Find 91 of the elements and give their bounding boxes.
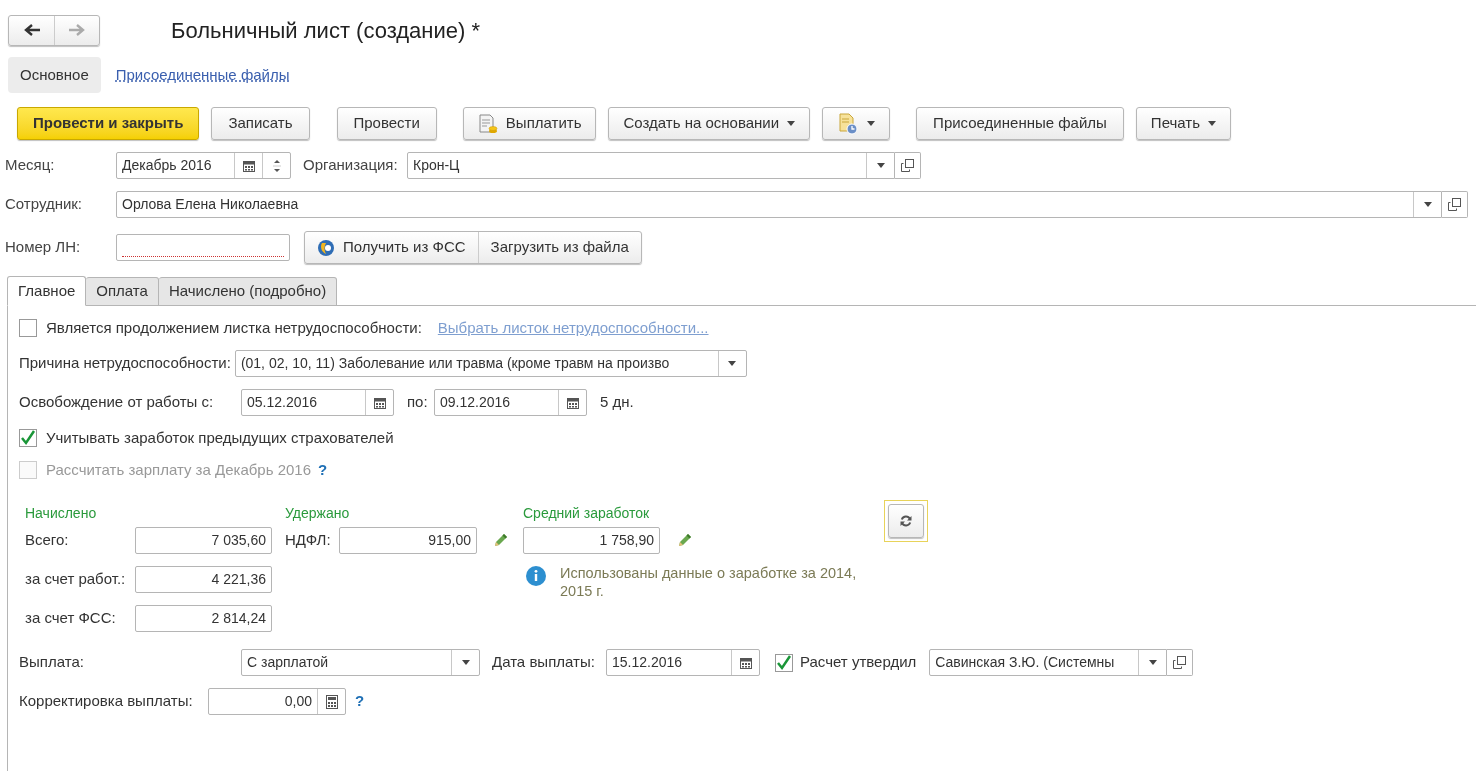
field-label: Корректировка выплаты: bbox=[19, 691, 194, 712]
section-heading: Средний заработок bbox=[523, 504, 651, 523]
caret-icon bbox=[876, 163, 885, 168]
field-label: Месяц: bbox=[5, 155, 56, 176]
toolbar-button[interactable]: Присоединенные файлы bbox=[916, 107, 1124, 140]
field-label: по: bbox=[407, 392, 429, 413]
open-button[interactable] bbox=[1167, 649, 1194, 676]
open-button[interactable] bbox=[1442, 191, 1468, 218]
window-title: Больничный лист (создание) * bbox=[171, 16, 480, 45]
pencil-icon bbox=[676, 532, 692, 549]
reason-field[interactable]: (01, 02, 10, 11) Заболевание или травма (кроме травм на произво bbox=[234, 350, 747, 377]
caret-icon bbox=[728, 361, 737, 366]
toolbar-button[interactable]: Печать bbox=[1135, 107, 1231, 140]
section-heading: Начислено bbox=[25, 504, 98, 523]
back-arrow-icon bbox=[23, 23, 40, 37]
calendar-icon bbox=[373, 396, 386, 409]
check-icon bbox=[776, 654, 792, 671]
check-icon bbox=[20, 430, 36, 447]
checkbox-label: Учитывать заработок предыдущих страхователей bbox=[46, 428, 394, 448]
checkbox[interactable] bbox=[19, 429, 37, 448]
approver-field[interactable]: Савинская З.Ю. (Системны bbox=[929, 649, 1168, 676]
calendar-icon bbox=[566, 396, 579, 409]
refresh-icon bbox=[900, 515, 912, 527]
field-label: Причина нетрудоспособности: bbox=[19, 353, 231, 374]
date-from-field[interactable]: 05.12.2016 bbox=[241, 389, 394, 416]
field-label: Выплата: bbox=[19, 652, 85, 673]
field-label: за счет ФСС: bbox=[25, 608, 117, 629]
sick-note-number-field[interactable] bbox=[116, 234, 290, 261]
amount-field[interactable]: 4 221,36 bbox=[135, 566, 272, 593]
payment-method-field[interactable]: С зарплатой bbox=[241, 649, 480, 676]
payment-date-field[interactable]: 15.12.2016 bbox=[606, 649, 760, 676]
checkbox[interactable] bbox=[775, 653, 793, 672]
checkbox[interactable] bbox=[19, 319, 37, 338]
field-label: Организация: bbox=[303, 155, 399, 176]
month-field[interactable]: Декабрь 2016 bbox=[116, 152, 291, 179]
calculator-icon bbox=[325, 694, 338, 709]
section-tab[interactable]: Присоединенные файлы bbox=[115, 63, 290, 87]
calendar-icon bbox=[242, 159, 255, 172]
toolbar-button[interactable]: Создать на основании bbox=[608, 107, 811, 140]
amount-field[interactable]: 915,00 bbox=[339, 527, 477, 554]
refresh-button[interactable] bbox=[888, 504, 924, 538]
field-label: Дата выплаты: bbox=[492, 652, 596, 673]
field-label: Всего: bbox=[25, 530, 70, 551]
caret-icon bbox=[1148, 660, 1157, 665]
amount-field[interactable]: 2 814,24 bbox=[135, 605, 272, 632]
tab[interactable]: Главное bbox=[7, 276, 87, 306]
info-message: Использованы данные о заработке за 2014, 2015 г. bbox=[560, 564, 858, 600]
amount-field[interactable]: 7 035,60 bbox=[135, 527, 272, 554]
info-icon bbox=[526, 566, 546, 586]
document-coins-icon bbox=[477, 113, 498, 134]
action-button[interactable]: Получить из ФСС bbox=[305, 232, 478, 263]
payment-adjustment-field[interactable]: 0,00 bbox=[208, 688, 346, 715]
checkbox-label: Является продолжением листка нетрудоспособности: bbox=[46, 318, 422, 338]
open-window-icon bbox=[1448, 198, 1461, 211]
employee-field[interactable]: Орлова Елена Николаевна bbox=[116, 191, 1442, 218]
field-label: НДФЛ: bbox=[285, 530, 332, 551]
open-button[interactable] bbox=[895, 152, 921, 179]
caret-icon bbox=[867, 121, 876, 126]
help-link[interactable]: ? bbox=[355, 690, 365, 713]
days-count: 5 дн. bbox=[600, 392, 634, 413]
field-label: Номер ЛН: bbox=[5, 237, 82, 258]
toolbar-button[interactable]: Выплатить bbox=[462, 107, 597, 140]
caret-icon bbox=[787, 121, 796, 126]
toolbar-button[interactable]: Записать bbox=[211, 107, 310, 140]
toolbar-button[interactable] bbox=[822, 107, 891, 140]
checkbox-label: Рассчитать зарплату за Декабрь 2016 bbox=[46, 460, 311, 480]
section-heading: Удержано bbox=[285, 504, 351, 523]
open-window-icon bbox=[901, 159, 914, 172]
post-and-close-button[interactable]: Провести и закрыть bbox=[17, 107, 200, 140]
caret-icon bbox=[461, 660, 470, 665]
action-button[interactable]: Загрузить из файла bbox=[477, 232, 641, 263]
tab[interactable]: Начислено (подробно) bbox=[158, 277, 338, 306]
field-label: за счет работ.: bbox=[25, 569, 127, 590]
open-window-icon bbox=[1173, 656, 1187, 669]
tab[interactable]: Оплата bbox=[86, 277, 159, 306]
checkbox-label: Расчет утвердил bbox=[800, 652, 917, 673]
section-tab[interactable]: Основное bbox=[8, 57, 101, 93]
pencil-icon bbox=[492, 532, 508, 549]
organization-field[interactable]: Крон-Ц bbox=[407, 152, 895, 179]
field-label: Освобождение от работы с: bbox=[19, 392, 215, 413]
document-clock-icon bbox=[837, 112, 860, 135]
spinner-arrows-icon bbox=[272, 157, 281, 174]
forward-arrow-icon bbox=[69, 23, 85, 37]
shield-logo-icon bbox=[317, 238, 335, 257]
field-label: Сотрудник: bbox=[5, 194, 84, 215]
amount-field[interactable]: 1 758,90 bbox=[523, 527, 660, 554]
caret-icon bbox=[1423, 202, 1432, 207]
date-to-field[interactable]: 09.12.2016 bbox=[434, 389, 587, 416]
caret-icon bbox=[1208, 121, 1216, 126]
calendar-icon bbox=[739, 656, 752, 669]
toolbar-button[interactable]: Провести bbox=[336, 107, 437, 140]
